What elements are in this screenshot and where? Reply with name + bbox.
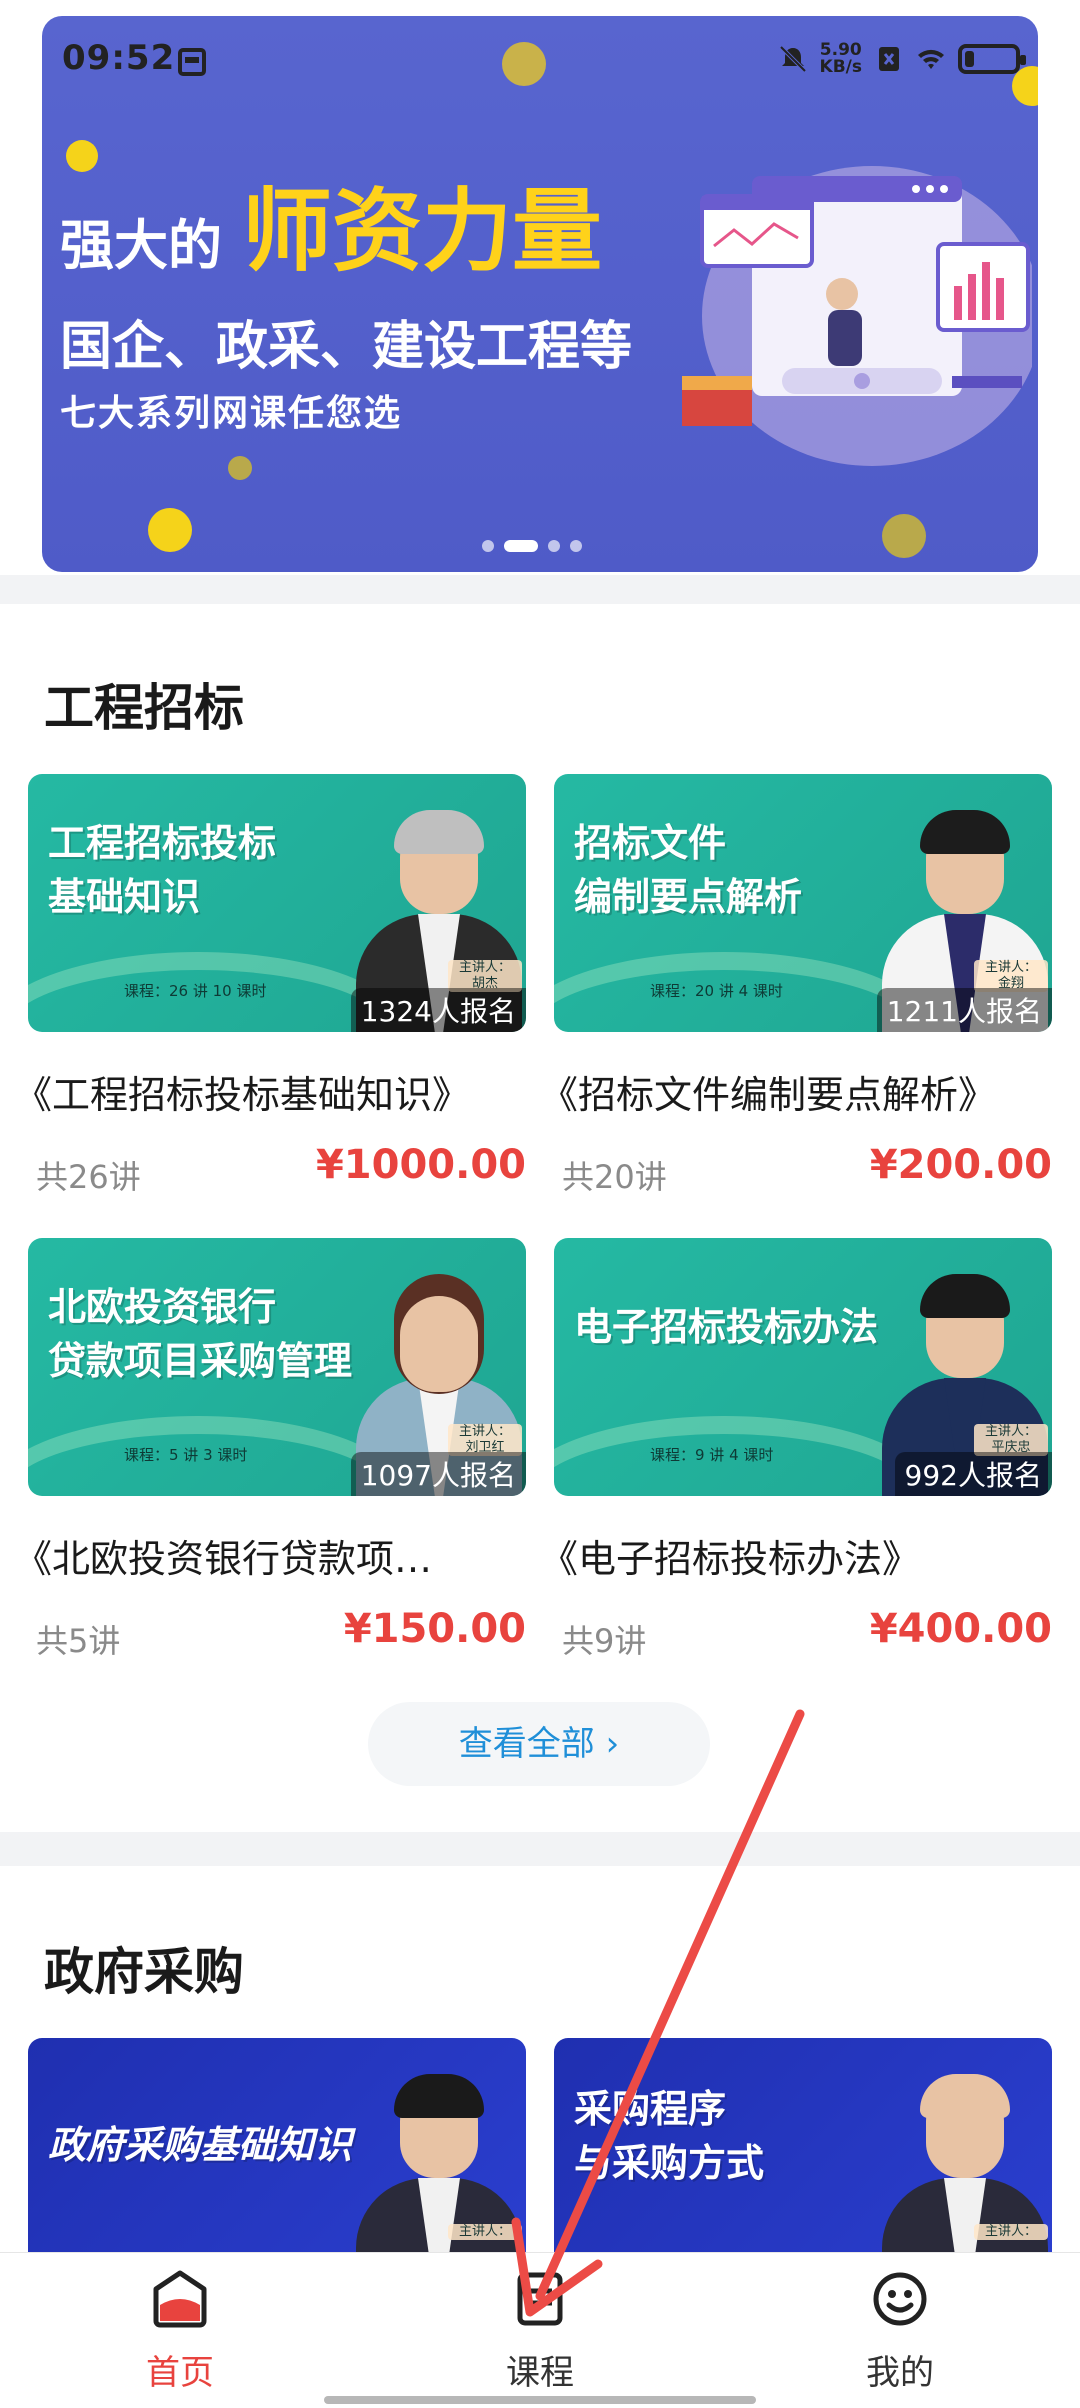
thumb-title: 工程招标投标 基础知识	[48, 821, 277, 919]
course-thumbnail: 电子招标投标办法 课程：9 讲 4 课时 主讲人： 平庆忠 992人报名	[554, 1238, 1052, 1496]
decor-dot	[882, 514, 926, 558]
sim-x-icon	[879, 47, 899, 71]
smiley-icon	[873, 2272, 927, 2326]
enroll-count: 1097人报名	[350, 1452, 526, 1496]
banner-headline: 强大的 师资力量	[60, 184, 602, 280]
promo-banner[interactable]: 09:52 5.90 KB/s 强大的 师资力量 国企、政采、建设工程等 七大系列…	[42, 16, 1038, 572]
home-icon	[153, 2270, 207, 2328]
tab-home[interactable]: 首页	[60, 2253, 300, 2403]
speaker-tag: 主讲人：	[974, 2224, 1048, 2240]
calendar-icon	[178, 48, 206, 76]
thumb-title: 招标文件 编制要点解析	[574, 821, 803, 919]
enroll-count: 1211人报名	[876, 988, 1052, 1032]
thumb-meta: 课程：9 讲 4 课时	[650, 1446, 774, 1464]
battery-level	[965, 51, 974, 67]
banner-headline-prefix: 强大的	[60, 214, 222, 277]
pager-dot[interactable]	[504, 540, 538, 552]
enroll-count: 992人报名	[894, 1452, 1052, 1496]
tab-label: 首页	[146, 2353, 214, 2393]
course-name: 《电子招标投标办法》	[540, 1537, 921, 1581]
course-icon	[517, 2272, 563, 2326]
section-engineering-bidding: 工程招标 工程招标投标 基础知识 课程：26 讲 10 课时 主讲人： 胡杰 13…	[0, 604, 1080, 1832]
pager-dot[interactable]	[548, 540, 560, 552]
decor-dot	[148, 508, 192, 552]
pager-dot[interactable]	[570, 540, 582, 552]
tab-courses[interactable]: 课程	[420, 2253, 660, 2403]
battery-icon	[958, 44, 1026, 74]
mute-bell-icon	[779, 45, 806, 73]
banner-tagline: 七大系列网课任您选	[60, 393, 403, 434]
thumb-meta: 课程：5 讲 3 课时	[124, 1446, 248, 1464]
wifi-icon	[918, 49, 944, 69]
course-price: ¥1000.00	[315, 1142, 526, 1188]
course-thumbnail: 北欧投资银行 贷款项目采购管理 课程：5 讲 3 课时 主讲人： 刘卫红 1097…	[28, 1238, 526, 1496]
net-speed: 5.90 KB/s	[819, 40, 862, 77]
course-price: ¥200.00	[869, 1142, 1052, 1188]
lesson-count: 共5讲	[36, 1622, 121, 1660]
course-price: ¥150.00	[343, 1606, 526, 1652]
view-all-button[interactable]: 查看全部 ›	[368, 1702, 710, 1786]
online-class-illustration	[682, 166, 1032, 466]
banner-headline-highlight: 师资力量	[242, 179, 602, 284]
status-time: 09:52	[62, 38, 176, 78]
course-thumbnail: 招标文件 编制要点解析 课程：20 讲 4 课时 主讲人： 金翔 1211人报名	[554, 774, 1052, 1032]
decor-dot	[502, 42, 546, 86]
bottom-tab-bar: 首页 课程 我的	[0, 2252, 1080, 2408]
enroll-count: 1324人报名	[350, 988, 526, 1032]
banner-subtitle: 国企、政采、建设工程等	[60, 317, 633, 377]
status-icons: 5.90 KB/s	[778, 40, 1026, 77]
thumb-meta: 课程：26 讲 10 课时	[124, 982, 267, 1000]
tab-label: 课程	[506, 2353, 574, 2393]
speaker-tag: 主讲人：	[448, 2224, 522, 2240]
course-name: 《北欧投资银行贷款项…	[14, 1537, 433, 1581]
course-name: 《工程招标投标基础知识》	[14, 1073, 471, 1117]
thumb-meta: 课程：20 讲 4 课时	[650, 982, 783, 1000]
thumb-title: 北欧投资银行 贷款项目采购管理	[48, 1285, 353, 1383]
lesson-count: 共26讲	[36, 1158, 141, 1196]
course-name: 《招标文件编制要点解析》	[540, 1073, 997, 1117]
tab-label: 我的	[866, 2353, 934, 2393]
thumb-title: 电子招标投标办法	[574, 1305, 879, 1349]
banner-area: 09:52 5.90 KB/s 强大的 师资力量 国企、政采、建设工程等 七大系列…	[0, 0, 1080, 575]
home-gesture-bar[interactable]	[324, 2396, 756, 2404]
decor-dot	[1012, 66, 1038, 106]
decor-dot	[228, 456, 252, 480]
course-thumbnail: 工程招标投标 基础知识 课程：26 讲 10 课时 主讲人： 胡杰 1324人报名	[28, 774, 526, 1032]
section-title: 政府采购	[44, 1943, 244, 2001]
lesson-count: 共9讲	[562, 1622, 647, 1660]
thumb-title: 采购程序 与采购方式	[574, 2087, 765, 2185]
banner-pager	[482, 540, 582, 552]
lesson-count: 共20讲	[562, 1158, 667, 1196]
decor-dot	[66, 140, 98, 172]
tab-me[interactable]: 我的	[780, 2253, 1020, 2403]
course-price: ¥400.00	[869, 1606, 1052, 1652]
pager-dot[interactable]	[482, 540, 494, 552]
section-title: 工程招标	[44, 679, 244, 737]
thumb-title: 政府采购基础知识	[48, 2123, 353, 2167]
